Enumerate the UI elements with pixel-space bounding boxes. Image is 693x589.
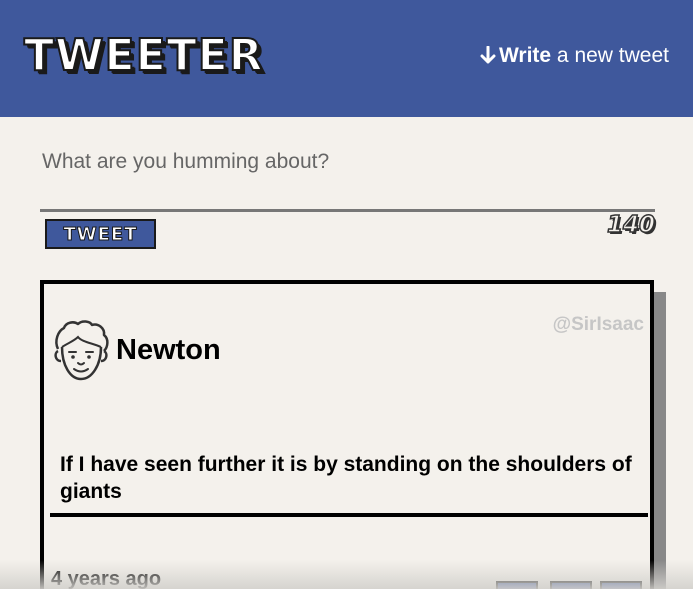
- logo: TWEETER: [23, 29, 264, 82]
- compose-link-bold: Write: [498, 44, 552, 67]
- tweet-content: If I have seen further it is by standing…: [60, 453, 632, 503]
- write-new-tweet-link[interactable]: Write a new tweet: [480, 44, 669, 68]
- tweet-composer: TWEET 140: [40, 140, 656, 249]
- tweet-input[interactable]: [40, 140, 655, 212]
- retweet-icon[interactable]: [550, 581, 592, 589]
- flag-icon[interactable]: [496, 581, 538, 589]
- tweet-timestamp: 4 years ago: [51, 568, 162, 589]
- tweet-author-handle: @SirIsaac: [552, 314, 644, 335]
- like-icon[interactable]: [600, 581, 642, 589]
- avatar-face-icon: [54, 320, 109, 381]
- navbar: TWEETER Write a new tweet: [0, 0, 693, 117]
- tweet-button[interactable]: TWEET: [45, 219, 156, 249]
- tweet-card: Newton @SirIsaac If I have seen further …: [40, 280, 654, 589]
- arrow-down-icon: [480, 46, 496, 64]
- character-counter: 140: [606, 211, 656, 239]
- compose-link-text: a new tweet: [551, 44, 669, 67]
- tweet-divider: [50, 513, 648, 517]
- tweet-author-name: Newton: [116, 334, 221, 366]
